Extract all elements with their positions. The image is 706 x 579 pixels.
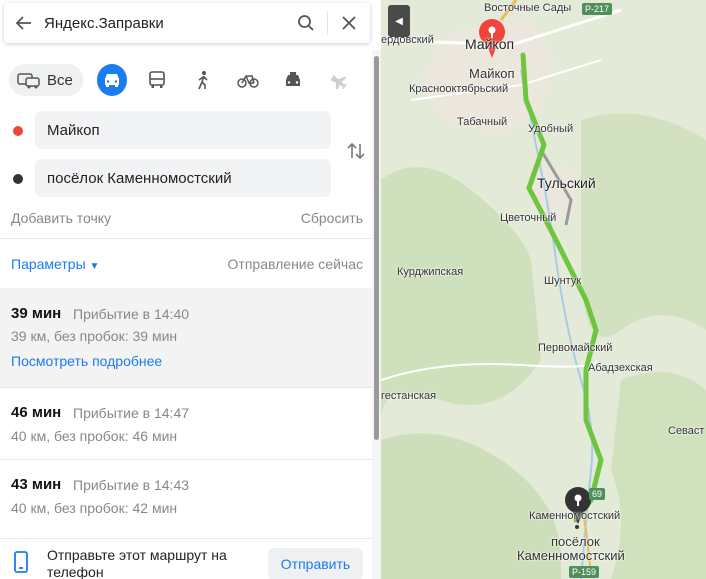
bus-icon <box>149 71 166 88</box>
phone-icon <box>14 551 28 573</box>
mode-bus-button[interactable] <box>142 64 172 96</box>
route-time: 46 мин <box>11 404 62 421</box>
route-panel: Яндекс.Заправки Все Майкоп посёлок Камен… <box>0 0 381 579</box>
params-label: Параметры <box>11 256 86 272</box>
reset-link[interactable]: Сбросить <box>301 210 363 226</box>
chevron-left-icon: ◀ <box>395 15 403 27</box>
highway-label: Р-217 <box>582 3 613 15</box>
collapse-panel-button[interactable]: ◀ <box>388 5 410 37</box>
pedestrian-icon <box>198 71 208 90</box>
map-view[interactable]: Восточные Сады Р-217 ердовский Майкоп Ма… <box>381 0 706 579</box>
route-distance: 39 км, без пробок: 39 мин <box>11 328 178 344</box>
route-option[interactable]: 46 мин Прибытие в 14:47 40 км, без пробо… <box>0 388 372 459</box>
close-button[interactable] <box>328 3 370 43</box>
mode-all-label: Все <box>47 71 73 89</box>
divider <box>0 238 372 239</box>
plane-icon <box>330 75 347 89</box>
back-button[interactable] <box>4 3 44 43</box>
mode-all-button[interactable]: Все <box>9 64 83 96</box>
arrow-left-icon <box>15 16 31 30</box>
route-details-link[interactable]: Посмотреть подробнее <box>11 353 162 369</box>
route-arrival: Прибытие в 14:40 <box>73 306 190 322</box>
send-to-phone-text: Отправьте этот маршрут на телефон <box>47 547 227 579</box>
transport-modes: Все <box>9 62 369 98</box>
route-arrival: Прибытие в 14:47 <box>73 405 190 421</box>
search-bar: Яндекс.Заправки <box>4 3 370 43</box>
map-label: Краснооктябрьский <box>409 83 509 95</box>
to-field[interactable]: посёлок Каменномостский <box>35 159 331 197</box>
route-distance: 40 км, без пробок: 42 мин <box>11 500 178 516</box>
map-label: Цветочный <box>500 212 557 224</box>
params-dropdown[interactable]: Параметры ▼ <box>11 256 99 272</box>
swap-arrows-icon <box>347 142 365 160</box>
map-label: Майкоп <box>469 66 515 81</box>
add-point-link[interactable]: Добавить точку <box>11 210 111 226</box>
search-icon <box>298 15 314 31</box>
map-label: Табачный <box>457 116 508 128</box>
chevron-down-icon: ▼ <box>89 261 100 272</box>
mode-taxi-button[interactable] <box>278 64 308 96</box>
mode-walk-button[interactable] <box>188 64 218 96</box>
car-icon <box>105 74 120 87</box>
map-label: Первомайский <box>538 342 613 354</box>
route-time: 39 мин <box>11 305 62 322</box>
destination-label-line1: посёлок <box>551 534 600 549</box>
from-field[interactable]: Майкоп <box>35 111 331 149</box>
close-icon <box>342 16 356 30</box>
map-label: Каменномостский <box>529 510 621 522</box>
map-label: Майкоп <box>465 36 515 52</box>
highway-label: 69 <box>589 488 606 500</box>
mode-plane-button[interactable] <box>324 64 354 96</box>
start-point-marker <box>13 126 23 136</box>
scrollbar-thumb[interactable] <box>374 56 379 440</box>
departure-time-link[interactable]: Отправление сейчас <box>228 256 363 272</box>
map-label: Удобный <box>528 123 574 135</box>
map-label: Севаст <box>668 425 705 437</box>
swap-button[interactable] <box>345 140 367 162</box>
search-button[interactable] <box>285 3 327 43</box>
destination-label-line2: Каменномостский <box>517 548 625 563</box>
route-distance: 40 км, без пробок: 46 мин <box>11 428 178 444</box>
map-label: Тульский <box>537 175 596 191</box>
route-arrival: Прибытие в 14:43 <box>73 477 190 493</box>
end-point-marker <box>13 174 23 184</box>
taxi-icon <box>286 72 301 86</box>
route-option[interactable]: 43 мин Прибытие в 14:43 40 км, без пробо… <box>0 460 372 532</box>
map-label: Абадзехская <box>588 362 653 374</box>
mode-car-button[interactable] <box>96 64 128 96</box>
bicycle-icon <box>237 75 259 88</box>
map-label: Шунтук <box>544 275 582 287</box>
send-to-phone-bar: Отправьте этот маршрут на телефон Отправ… <box>0 538 372 579</box>
car-bus-icon <box>17 73 40 89</box>
map-label: Курджипская <box>397 266 464 278</box>
search-input[interactable]: Яндекс.Заправки <box>44 15 285 32</box>
map-label: гестанская <box>381 390 437 402</box>
route-time: 43 мин <box>11 476 62 493</box>
mode-bike-button[interactable] <box>233 64 263 96</box>
highway-label: Р-159 <box>569 566 600 578</box>
route-option[interactable]: 39 мин Прибытие в 14:40 39 км, без пробо… <box>0 288 372 387</box>
scrollbar[interactable] <box>372 50 381 579</box>
send-button[interactable]: Отправить <box>268 548 363 579</box>
map-label: Восточные Сады <box>484 2 572 14</box>
